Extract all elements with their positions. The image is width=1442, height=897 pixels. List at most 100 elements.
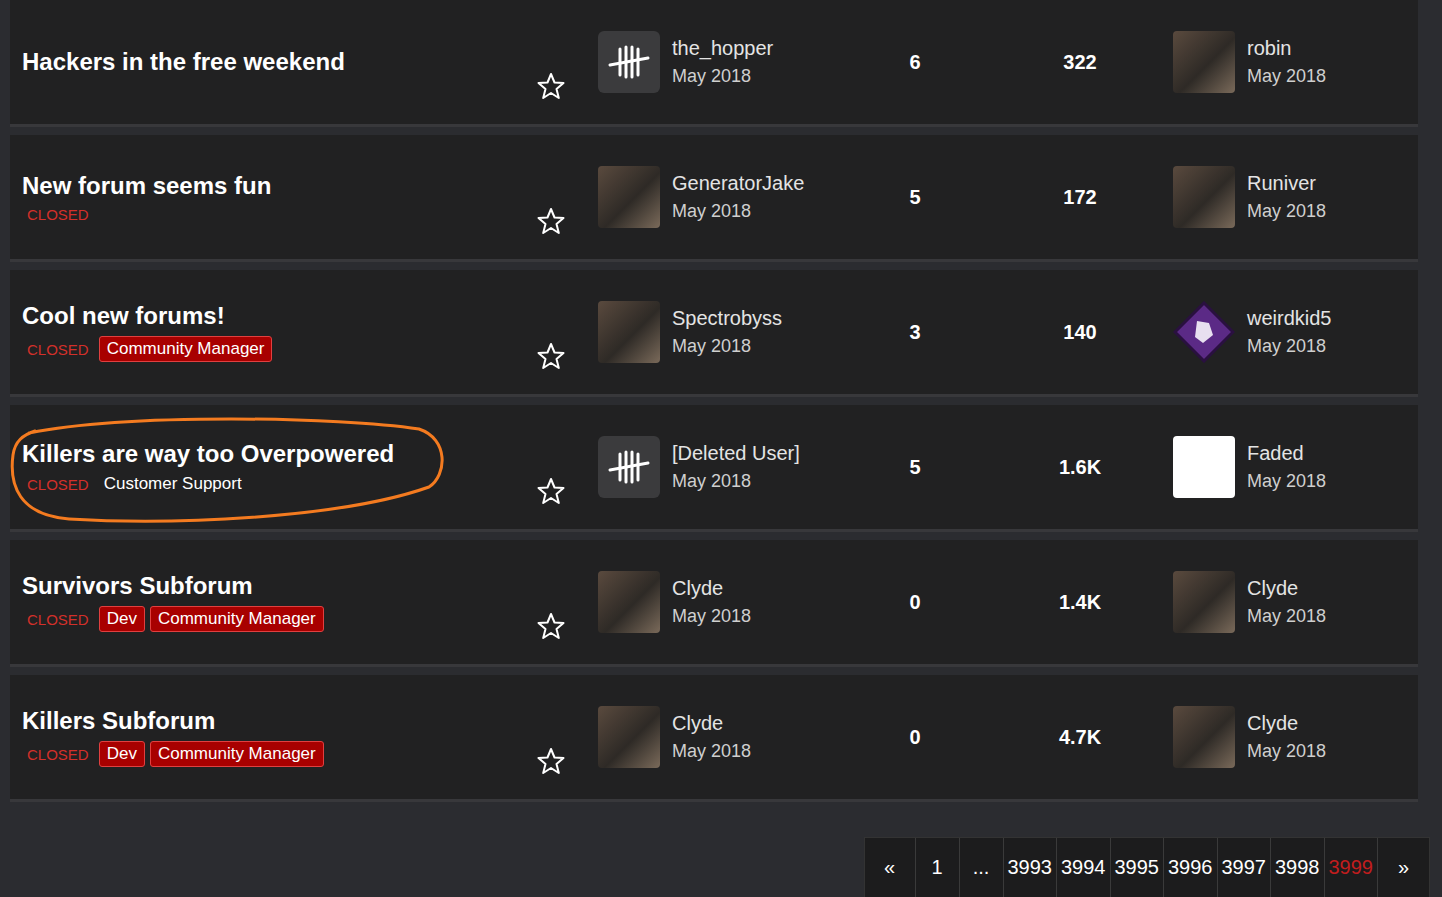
title-cell: New forum seems fun CLOSED bbox=[22, 164, 537, 231]
topic-title[interactable]: Killers Subforum bbox=[22, 707, 537, 735]
last-post-date: May 2018 bbox=[1247, 606, 1326, 627]
comment-count: 0 bbox=[860, 591, 970, 614]
star-icon[interactable] bbox=[537, 477, 565, 505]
view-count: 1.4K bbox=[970, 591, 1170, 614]
tag-list: CLOSED bbox=[22, 206, 537, 223]
last-poster-name[interactable]: Clyde bbox=[1247, 712, 1326, 735]
star-cell bbox=[537, 612, 588, 664]
page-button[interactable]: 3998 bbox=[1271, 838, 1325, 897]
forum-page: Hackers in the free weekend the_hopper May… bbox=[0, 0, 1442, 897]
page-button[interactable]: 1 bbox=[916, 838, 960, 897]
comment-count: 3 bbox=[860, 321, 970, 344]
page-button[interactable]: ... bbox=[960, 838, 1004, 897]
user-avatar[interactable] bbox=[1173, 166, 1235, 228]
star-cell bbox=[537, 342, 588, 394]
star-icon[interactable] bbox=[537, 207, 565, 235]
topic-row: Cool new forums! CLOSED Community Manager S… bbox=[10, 270, 1418, 397]
page-button[interactable]: 3996 bbox=[1164, 838, 1218, 897]
last-poster-name[interactable]: robin bbox=[1247, 37, 1326, 60]
annotation-ellipse bbox=[9, 415, 444, 527]
comment-count: 6 bbox=[860, 51, 970, 74]
page-button[interactable]: 3995 bbox=[1111, 838, 1165, 897]
last-post-date: May 2018 bbox=[1247, 741, 1326, 762]
last-post-cell: Clyde May 2018 bbox=[1170, 571, 1418, 633]
user-avatar[interactable] bbox=[598, 301, 660, 363]
last-poster-name[interactable]: weirdkid5 bbox=[1247, 307, 1331, 330]
topic-row: Killers Subforum CLOSEDDevCommunity Manag… bbox=[10, 675, 1418, 802]
topic-tag: Community Manager bbox=[150, 606, 324, 632]
last-poster-name[interactable]: Faded bbox=[1247, 442, 1326, 465]
prev-page-button[interactable]: « bbox=[865, 838, 916, 897]
comment-count: 5 bbox=[860, 186, 970, 209]
view-count: 4.7K bbox=[970, 726, 1170, 749]
topic-title[interactable]: Killers are way too Overpowered bbox=[22, 440, 537, 468]
pagination: «1...3993399439953996399739983999» bbox=[864, 837, 1431, 897]
last-post-date: May 2018 bbox=[1247, 201, 1326, 222]
title-cell: Killers are way too Overpowered CLOSED Cus… bbox=[22, 432, 537, 502]
topic-tag: CLOSED bbox=[27, 611, 89, 628]
star-cell bbox=[537, 477, 588, 529]
author-name[interactable]: Clyde bbox=[672, 577, 751, 600]
view-count: 1.6K bbox=[970, 456, 1170, 479]
topic-tag: CLOSED bbox=[27, 341, 89, 358]
star-icon[interactable] bbox=[537, 72, 565, 100]
star-cell bbox=[537, 207, 588, 259]
view-count: 140 bbox=[970, 321, 1170, 344]
page-button[interactable]: 3999 bbox=[1325, 838, 1379, 897]
last-poster-name[interactable]: Clyde bbox=[1247, 577, 1326, 600]
user-avatar[interactable] bbox=[598, 706, 660, 768]
topic-title[interactable]: Cool new forums! bbox=[22, 302, 537, 330]
star-icon[interactable] bbox=[537, 342, 565, 370]
last-post-cell: Clyde May 2018 bbox=[1170, 706, 1418, 768]
game-logo-icon[interactable] bbox=[598, 31, 660, 93]
author-name[interactable]: [Deleted User] bbox=[672, 442, 800, 465]
last-post-date: May 2018 bbox=[1247, 471, 1326, 492]
user-avatar[interactable] bbox=[1173, 436, 1235, 498]
author-name[interactable]: the_hopper bbox=[672, 37, 773, 60]
author-cell: GeneratorJake May 2018 bbox=[588, 166, 860, 228]
post-date: May 2018 bbox=[672, 606, 751, 627]
topic-tag: Community Manager bbox=[99, 336, 273, 362]
topic-row: Killers are way too Overpowered CLOSED Cus… bbox=[10, 405, 1418, 532]
page-button[interactable]: 3993 bbox=[1004, 838, 1058, 897]
title-cell: Cool new forums! CLOSED Community Manager bbox=[22, 294, 537, 370]
perk-icon[interactable] bbox=[1173, 301, 1235, 363]
game-logo-icon[interactable] bbox=[598, 436, 660, 498]
view-count: 172 bbox=[970, 186, 1170, 209]
tag-list: CLOSEDDevCommunity Manager bbox=[22, 741, 537, 767]
title-cell: Hackers in the free weekend bbox=[22, 40, 537, 84]
tag-list: CLOSEDDevCommunity Manager bbox=[22, 606, 537, 632]
topic-row: Hackers in the free weekend the_hopper May… bbox=[10, 0, 1418, 127]
star-icon[interactable] bbox=[537, 612, 565, 640]
post-date: May 2018 bbox=[672, 66, 773, 87]
topic-tag: Dev bbox=[99, 741, 145, 767]
star-icon[interactable] bbox=[537, 747, 565, 775]
author-name[interactable]: Clyde bbox=[672, 712, 751, 735]
author-name[interactable]: GeneratorJake bbox=[672, 172, 804, 195]
tag-list: CLOSED Community Manager bbox=[22, 336, 537, 362]
last-poster-name[interactable]: Runiver bbox=[1247, 172, 1326, 195]
user-avatar[interactable] bbox=[598, 166, 660, 228]
title-cell: Killers Subforum CLOSEDDevCommunity Manag… bbox=[22, 699, 537, 775]
page-button[interactable]: 3997 bbox=[1218, 838, 1272, 897]
user-avatar[interactable] bbox=[598, 571, 660, 633]
author-name[interactable]: Spectrobyss bbox=[672, 307, 782, 330]
user-avatar[interactable] bbox=[1173, 31, 1235, 93]
author-cell: Clyde May 2018 bbox=[588, 571, 860, 633]
post-date: May 2018 bbox=[672, 201, 804, 222]
last-post-cell: weirdkid5 May 2018 bbox=[1170, 301, 1418, 363]
topic-title[interactable]: Survivors Subforum bbox=[22, 572, 537, 600]
topic-title[interactable]: Hackers in the free weekend bbox=[22, 48, 537, 76]
page-button[interactable]: 3994 bbox=[1057, 838, 1111, 897]
topic-tag: CLOSED bbox=[27, 476, 89, 493]
topic-title[interactable]: New forum seems fun bbox=[22, 172, 537, 200]
author-cell: [Deleted User]May 2018 bbox=[588, 436, 860, 498]
last-post-date: May 2018 bbox=[1247, 336, 1331, 357]
user-avatar[interactable] bbox=[1173, 571, 1235, 633]
post-date: May 2018 bbox=[672, 741, 751, 762]
user-avatar[interactable] bbox=[1173, 706, 1235, 768]
tag-list: CLOSED Customer Support bbox=[22, 474, 537, 494]
next-page-button[interactable]: » bbox=[1378, 838, 1429, 897]
author-cell: SpectrobyssMay 2018 bbox=[588, 301, 860, 363]
topic-tag: Customer Support bbox=[104, 474, 242, 494]
